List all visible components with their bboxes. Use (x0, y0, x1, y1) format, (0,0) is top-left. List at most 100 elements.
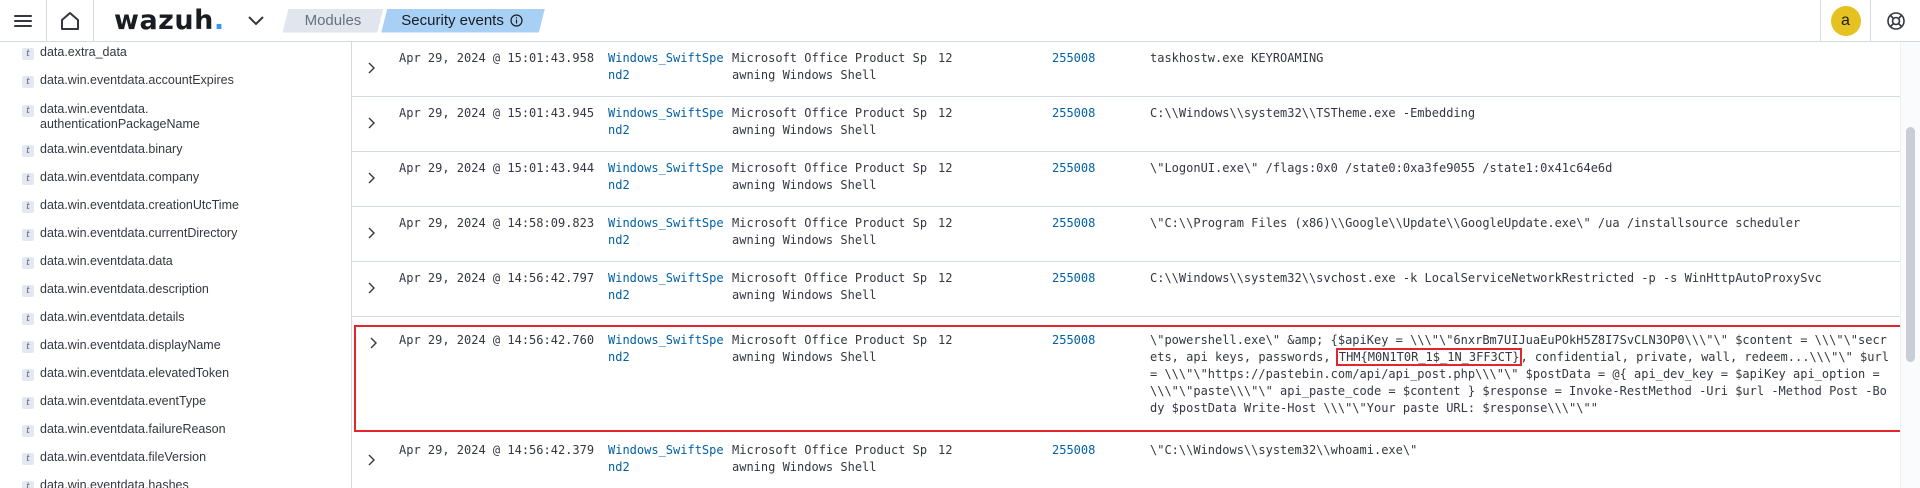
scrollbar-thumb[interactable] (1906, 127, 1915, 362)
menu-button[interactable] (0, 0, 46, 42)
rule-id-link[interactable]: 255008 (1052, 50, 1122, 67)
rule-id-link[interactable]: 255008 (1052, 442, 1122, 459)
field-item[interactable]: t data.win.eventdata. authenticationPacka… (22, 102, 260, 132)
event-timestamp: Apr 29, 2024 @ 15:01:43.958 (399, 51, 595, 65)
agent-name-link[interactable]: Windows_SwiftSpend2 (608, 442, 726, 476)
string-type-icon: t (22, 145, 34, 157)
chevron-right-icon (368, 117, 375, 129)
table-row-highlighted[interactable]: Apr 29, 2024 @ 14:56:42.760 Windows_Swif… (354, 325, 1906, 432)
chevron-down-icon (247, 15, 264, 25)
table-row[interactable]: Apr 29, 2024 @ 15:01:43.944 Windows_Swif… (352, 152, 1900, 207)
rule-description: Microsoft Office Product Spawning Window… (732, 106, 928, 137)
rule-level: 12 (938, 51, 953, 65)
info-icon[interactable] (510, 14, 523, 27)
field-name: data.win.eventdata.displayName (40, 338, 221, 352)
rule-id-link[interactable]: 255008 (1052, 215, 1122, 232)
field-name: data.win.eventdata.data (40, 254, 173, 268)
field-item[interactable]: t data.win.eventdata.hashes (22, 478, 260, 488)
field-item[interactable]: t data.win.eventdata.details (22, 310, 260, 325)
breadcrumb-security-events[interactable]: Security events (381, 9, 545, 33)
table-row[interactable]: Apr 29, 2024 @ 15:01:43.945 Windows_Swif… (352, 97, 1900, 152)
chevron-right-icon (368, 172, 375, 184)
agent-name-link[interactable]: Windows_SwiftSpend2 (608, 160, 726, 194)
highlighted-flag: THM{M0N1T0R_1$_1N_3FF3CT} (1335, 348, 1523, 366)
string-type-icon: t (22, 48, 34, 60)
field-item[interactable]: t data.win.eventdata.currentDirectory (22, 226, 260, 241)
event-timestamp: Apr 29, 2024 @ 14:58:09.823 (399, 216, 595, 230)
avatar: a (1830, 6, 1861, 36)
field-name: data.win.eventdata.description (40, 282, 209, 296)
agent-name-link[interactable]: Windows_SwiftSpend2 (608, 270, 726, 304)
field-item[interactable]: t data.win.eventdata.elevatedToken (22, 366, 260, 381)
rule-description: Microsoft Office Product Spawning Window… (732, 443, 928, 474)
command-line: \"C:\\Program Files (x86)\\Google\\Updat… (1150, 216, 1801, 230)
expand-row-button[interactable] (364, 280, 380, 296)
string-type-icon: t (22, 76, 34, 88)
home-button[interactable] (46, 0, 94, 42)
string-type-icon: t (22, 285, 34, 297)
string-type-icon: t (22, 425, 34, 437)
table-row[interactable]: Apr 29, 2024 @ 14:56:42.797 Windows_Swif… (352, 262, 1900, 317)
field-item[interactable]: t data.win.eventdata.data (22, 254, 260, 269)
string-type-icon: t (22, 481, 34, 488)
expand-row-button[interactable] (366, 335, 382, 351)
event-timestamp: Apr 29, 2024 @ 14:56:42.760 (399, 333, 595, 347)
agent-name-link[interactable]: Windows_SwiftSpend2 (608, 105, 726, 139)
help-button[interactable] (1870, 0, 1920, 42)
vertical-scrollbar[interactable] (1900, 42, 1920, 488)
rule-description: Microsoft Office Product Spawning Window… (732, 161, 928, 192)
string-type-icon: t (22, 341, 34, 353)
rule-level: 12 (938, 216, 953, 230)
string-type-icon: t (22, 201, 34, 213)
breadcrumb-security-events-label: Security events (401, 11, 504, 29)
string-type-icon: t (22, 173, 34, 185)
string-type-icon: t (22, 453, 34, 465)
expand-row-button[interactable] (364, 225, 380, 241)
field-name: data.win.eventdata.failureReason (40, 422, 226, 436)
expand-row-button[interactable] (364, 115, 380, 131)
rule-id-link[interactable]: 255008 (1052, 160, 1122, 177)
field-item[interactable]: t data.win.eventdata.fileVersion (22, 450, 260, 465)
table-row[interactable]: Apr 29, 2024 @ 14:58:09.823 Windows_Swif… (352, 207, 1900, 262)
rule-description: Microsoft Office Product Spawning Window… (732, 216, 928, 247)
table-row[interactable]: Apr 29, 2024 @ 15:01:43.958 Windows_Swif… (352, 42, 1900, 97)
field-item[interactable]: t data.win.eventdata.description (22, 282, 260, 297)
expand-row-button[interactable] (364, 170, 380, 186)
breadcrumb-modules[interactable]: Modules (283, 9, 384, 33)
field-item[interactable]: t data.win.eventdata.binary (22, 142, 260, 157)
field-item[interactable]: t data.win.eventdata.displayName (22, 338, 260, 353)
wazuh-logo[interactable]: wazuh. (114, 5, 225, 36)
event-timestamp: Apr 29, 2024 @ 15:01:43.945 (399, 106, 595, 120)
agent-name-link[interactable]: Windows_SwiftSpend2 (608, 332, 726, 366)
field-item[interactable]: t data.win.eventdata.accountExpires (22, 73, 260, 88)
rule-level: 12 (938, 161, 953, 175)
rule-level: 12 (938, 271, 953, 285)
user-menu-button[interactable]: a (1820, 0, 1870, 42)
field-name: data.win.eventdata.currentDirectory (40, 226, 238, 240)
string-type-icon: t (22, 105, 34, 117)
field-item[interactable]: t data.win.eventdata.creationUtcTime (22, 198, 260, 213)
expand-row-button[interactable] (364, 60, 380, 76)
field-item[interactable]: t data.extra_data (22, 45, 260, 60)
rule-description: Microsoft Office Product Spawning Window… (732, 51, 928, 82)
field-item[interactable]: t data.win.eventdata.eventType (22, 394, 260, 409)
field-name: data.win.eventdata.details (40, 310, 185, 324)
app-switcher-button[interactable] (243, 0, 269, 42)
events-table: Apr 29, 2024 @ 15:01:43.958 Windows_Swif… (352, 42, 1920, 488)
rule-id-link[interactable]: 255008 (1052, 332, 1122, 349)
field-list-sidebar: t data.extra_data t data.win.eventdata.acc… (0, 42, 352, 488)
help-lifebuoy-icon (1886, 12, 1905, 30)
string-type-icon: t (22, 397, 34, 409)
agent-name-link[interactable]: Windows_SwiftSpend2 (608, 215, 726, 249)
table-row[interactable]: Apr 29, 2024 @ 14:56:42.379 Windows_Swif… (352, 434, 1900, 488)
expand-row-button[interactable] (364, 452, 380, 468)
field-item[interactable]: t data.win.eventdata.company (22, 170, 260, 185)
field-name: data.win.eventdata.creationUtcTime (40, 198, 239, 212)
chevron-right-icon (368, 454, 375, 466)
rule-description: Microsoft Office Product Spawning Window… (732, 333, 928, 364)
top-navigation-bar: wazuh. Modules Security events a (0, 0, 1920, 42)
rule-id-link[interactable]: 255008 (1052, 270, 1122, 287)
rule-id-link[interactable]: 255008 (1052, 105, 1122, 122)
agent-name-link[interactable]: Windows_SwiftSpend2 (608, 50, 726, 84)
field-item[interactable]: t data.win.eventdata.failureReason (22, 422, 260, 437)
